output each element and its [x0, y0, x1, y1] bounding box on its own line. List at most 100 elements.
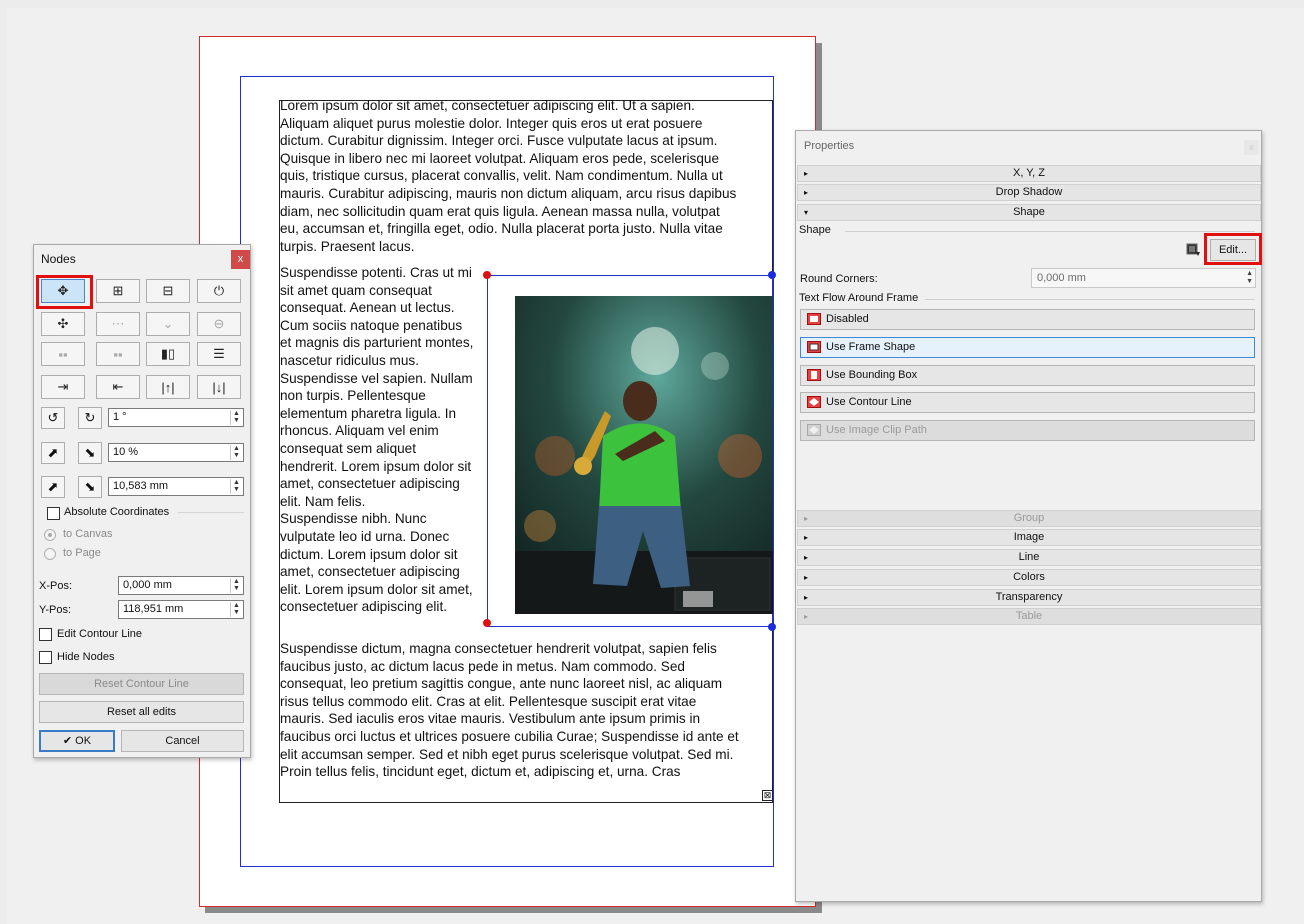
enlarge-mm-button[interactable]: ⬈ [41, 476, 65, 498]
reset-all-edits-button[interactable]: Reset all edits [39, 701, 244, 723]
mirror-vertical-button[interactable]: ☰ [197, 342, 241, 366]
flow-bounding-box-button[interactable]: Use Bounding Box [800, 365, 1255, 386]
flow-disabled-button[interactable]: Disabled [800, 309, 1255, 330]
add-node-button[interactable]: ⊞ [96, 279, 140, 303]
shape-group-label: Shape [799, 224, 831, 236]
flow-frame-shape-button[interactable]: Use Frame Shape [800, 337, 1255, 358]
mirror-horizontal-button[interactable]: ▮▯ [146, 342, 190, 366]
section-transparency[interactable]: ▸ Transparency [797, 589, 1261, 606]
spin-arrows-icon[interactable]: ▲ ▼ [230, 410, 242, 425]
independent-nodes-button[interactable]: ⋯ [96, 312, 140, 336]
shape-group-divider [845, 231, 1255, 232]
text-flow-group-divider [925, 299, 1255, 300]
flow-bounding-box-icon [807, 369, 821, 381]
delete-node-icon: ⊟ [162, 283, 174, 298]
text-paragraph-1[interactable]: Lorem ipsum dolor sit amet, consectetuer… [280, 97, 772, 255]
section-group[interactable]: ▸ Group [797, 510, 1261, 527]
cancel-button[interactable]: Cancel [121, 730, 244, 752]
shear-up-icon: |↑| [161, 379, 175, 395]
section-drop-shadow-label: Drop Shadow [995, 186, 1063, 198]
frame-node-top-right[interactable] [768, 271, 776, 279]
delete-node-button[interactable]: ⊟ [146, 279, 190, 303]
rotate-angle-input[interactable]: 1 ° ▲ ▼ [108, 408, 244, 427]
scale-mm-input[interactable]: 10,583 mm ▲ ▼ [108, 477, 244, 496]
ypos-value: 118,951 mm [123, 603, 184, 615]
shrink-mm-button[interactable]: ⬊ [78, 476, 102, 498]
shrink-percent-button[interactable]: ⬊ [78, 442, 102, 464]
spin-arrows-icon[interactable]: ▲ ▼ [230, 602, 242, 617]
spin-arrows-icon[interactable]: ▲ ▼ [230, 445, 242, 460]
scale-percent-input[interactable]: 10 % ▲ ▼ [108, 443, 244, 462]
rotate-cw-button[interactable]: ↻ [78, 407, 102, 429]
section-line[interactable]: ▸ Line [797, 549, 1261, 566]
xpos-input[interactable]: 0,000 mm ▲ ▼ [118, 576, 244, 595]
move-control-points-button[interactable]: ✣ [41, 312, 85, 336]
shape-icon[interactable] [1186, 243, 1201, 257]
reset-contour-button[interactable]: Reset Contour Line [39, 673, 244, 695]
flow-contour-line-button[interactable]: Use Contour Line [800, 392, 1255, 413]
absolute-coordinates-label: Absolute Coordinates [64, 506, 170, 518]
group-divider [178, 512, 244, 513]
symmetric-nodes-button[interactable]: ⌄ [146, 312, 190, 336]
shear-down-icon: |↓| [212, 379, 226, 395]
section-line-label: Line [1018, 551, 1040, 563]
reset-control-button[interactable]: ▪▪ [41, 342, 85, 366]
frame-node-top-left[interactable] [483, 271, 491, 279]
ypos-input[interactable]: 118,951 mm ▲ ▼ [118, 600, 244, 619]
edit-contour-checkbox[interactable] [39, 628, 52, 641]
split-path-button[interactable]: ⊖ [197, 312, 241, 336]
hide-nodes-label: Hide Nodes [57, 651, 115, 663]
rotate-ccw-icon: ↺ [47, 410, 59, 425]
to-page-radio[interactable] [44, 548, 56, 560]
scale-mm-value: 10,583 mm [113, 480, 169, 492]
frame-node-bottom-left[interactable] [483, 619, 491, 627]
rotate-ccw-button[interactable]: ↺ [41, 407, 65, 429]
shear-left-icon: ⇤ [112, 379, 124, 394]
properties-close-button[interactable]: x [1244, 140, 1259, 155]
reset-this-control-button[interactable]: ▪▪ [96, 342, 140, 366]
saxophone-player-photo [515, 296, 773, 614]
close-path-button[interactable]: ⏻ [197, 279, 241, 303]
text-overflow-icon[interactable]: ⊠ [762, 790, 773, 801]
expand-arrow-icon: ▸ [804, 553, 809, 562]
expand-arrow-icon: ▸ [804, 514, 809, 523]
rotate-angle-value: 1 ° [113, 411, 127, 423]
flow-contour-line-label: Use Contour Line [826, 396, 912, 408]
flow-image-clip-path-button[interactable]: Use Image Clip Path [800, 420, 1255, 441]
hide-nodes-checkbox[interactable] [39, 651, 52, 664]
rotate-cw-icon: ↻ [84, 410, 96, 425]
round-corners-input[interactable]: 0,000 mm ▲ ▼ [1031, 268, 1256, 288]
shear-left-button[interactable]: ⇤ [96, 375, 140, 399]
shrink-icon: ⬊ [84, 479, 96, 494]
shear-right-button[interactable]: ⇥ [41, 375, 85, 399]
text-paragraph-3[interactable]: Suspendisse dictum, magna consectetuer h… [280, 640, 772, 781]
xpos-value: 0,000 mm [123, 579, 172, 591]
section-colors[interactable]: ▸ Colors [797, 569, 1261, 586]
to-page-label: to Page [63, 547, 101, 559]
round-corners-label: Round Corners: [800, 273, 878, 285]
frame-node-bottom-right[interactable] [768, 623, 776, 631]
shear-up-button[interactable]: |↑| [146, 375, 190, 399]
section-table[interactable]: ▸ Table [797, 608, 1261, 625]
shear-down-button[interactable]: |↓| [197, 375, 241, 399]
spin-arrows-icon[interactable]: ▲ ▼ [230, 479, 242, 494]
shear-right-icon: ⇥ [57, 379, 69, 394]
section-image[interactable]: ▸ Image [797, 529, 1261, 546]
ok-button[interactable]: ✔ OK [39, 730, 115, 752]
spin-arrows-icon[interactable]: ▲ ▼ [230, 578, 242, 593]
section-shape[interactable]: ▾ Shape [797, 204, 1261, 221]
enlarge-percent-button[interactable]: ⬈ [41, 442, 65, 464]
section-drop-shadow[interactable]: ▸ Drop Shadow [797, 184, 1261, 201]
enlarge-icon: ⬈ [47, 479, 59, 494]
nodes-close-button[interactable]: x [231, 250, 250, 269]
to-canvas-radio[interactable] [44, 529, 56, 541]
expand-arrow-icon: ▸ [804, 612, 809, 621]
flow-bounding-box-label: Use Bounding Box [826, 369, 918, 381]
mirror-horizontal-icon: ▮▯ [160, 346, 176, 361]
section-xyz[interactable]: ▸ X, Y, Z [797, 165, 1261, 182]
spin-arrows-icon[interactable]: ▲ ▼ [1246, 270, 1253, 286]
flow-contour-line-icon [807, 396, 821, 408]
text-paragraph-2[interactable]: Suspendisse potenti. Cras ut mi sit amet… [280, 264, 487, 616]
absolute-coordinates-checkbox[interactable] [47, 507, 60, 520]
round-corners-value: 0,000 mm [1037, 272, 1086, 284]
